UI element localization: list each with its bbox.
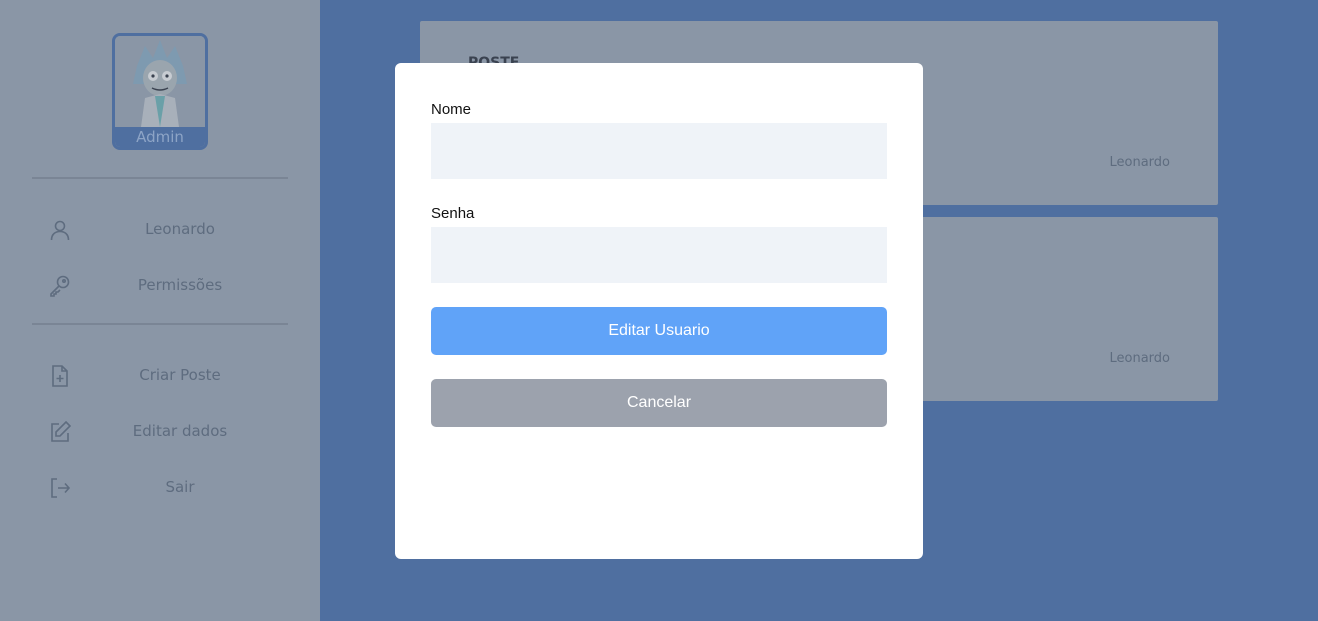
sidebar-item-create-post[interactable]: Criar Poste	[0, 356, 320, 396]
edit-user-button[interactable]: Editar Usuario	[431, 307, 887, 355]
sidebar-item-label: Leonardo	[145, 220, 215, 238]
cancel-button[interactable]: Cancelar	[431, 379, 887, 427]
name-input[interactable]	[431, 123, 887, 179]
post-author: Leonardo	[1109, 351, 1171, 366]
sidebar-item-label: Sair	[165, 478, 195, 496]
avatar-label: Admin	[115, 127, 205, 147]
sidebar-item-logout[interactable]: Sair	[0, 468, 320, 508]
sidebar-item-profile[interactable]: Leonardo	[0, 210, 320, 250]
sidebar-item-label: Criar Poste	[139, 366, 221, 384]
name-label: Nome	[431, 101, 472, 118]
password-label: Senha	[431, 205, 475, 222]
sidebar-divider	[32, 177, 288, 179]
sidebar-item-label: Permissões	[137, 276, 223, 294]
avatar[interactable]: Admin	[112, 33, 208, 150]
sidebar-item-label: Editar dados	[132, 422, 228, 440]
avatar-image	[115, 36, 205, 127]
sidebar-divider	[32, 323, 288, 325]
edit-user-modal: Nome Senha Editar Usuario Cancelar	[395, 63, 923, 559]
password-input[interactable]	[431, 227, 887, 283]
post-author: Leonardo	[1109, 155, 1171, 170]
sidebar-item-permissions[interactable]: Permissões	[0, 266, 320, 306]
sidebar: Admin Leonardo Permissões Criar Poste Ed…	[0, 0, 320, 621]
sidebar-item-edit-data[interactable]: Editar dados	[0, 412, 320, 452]
